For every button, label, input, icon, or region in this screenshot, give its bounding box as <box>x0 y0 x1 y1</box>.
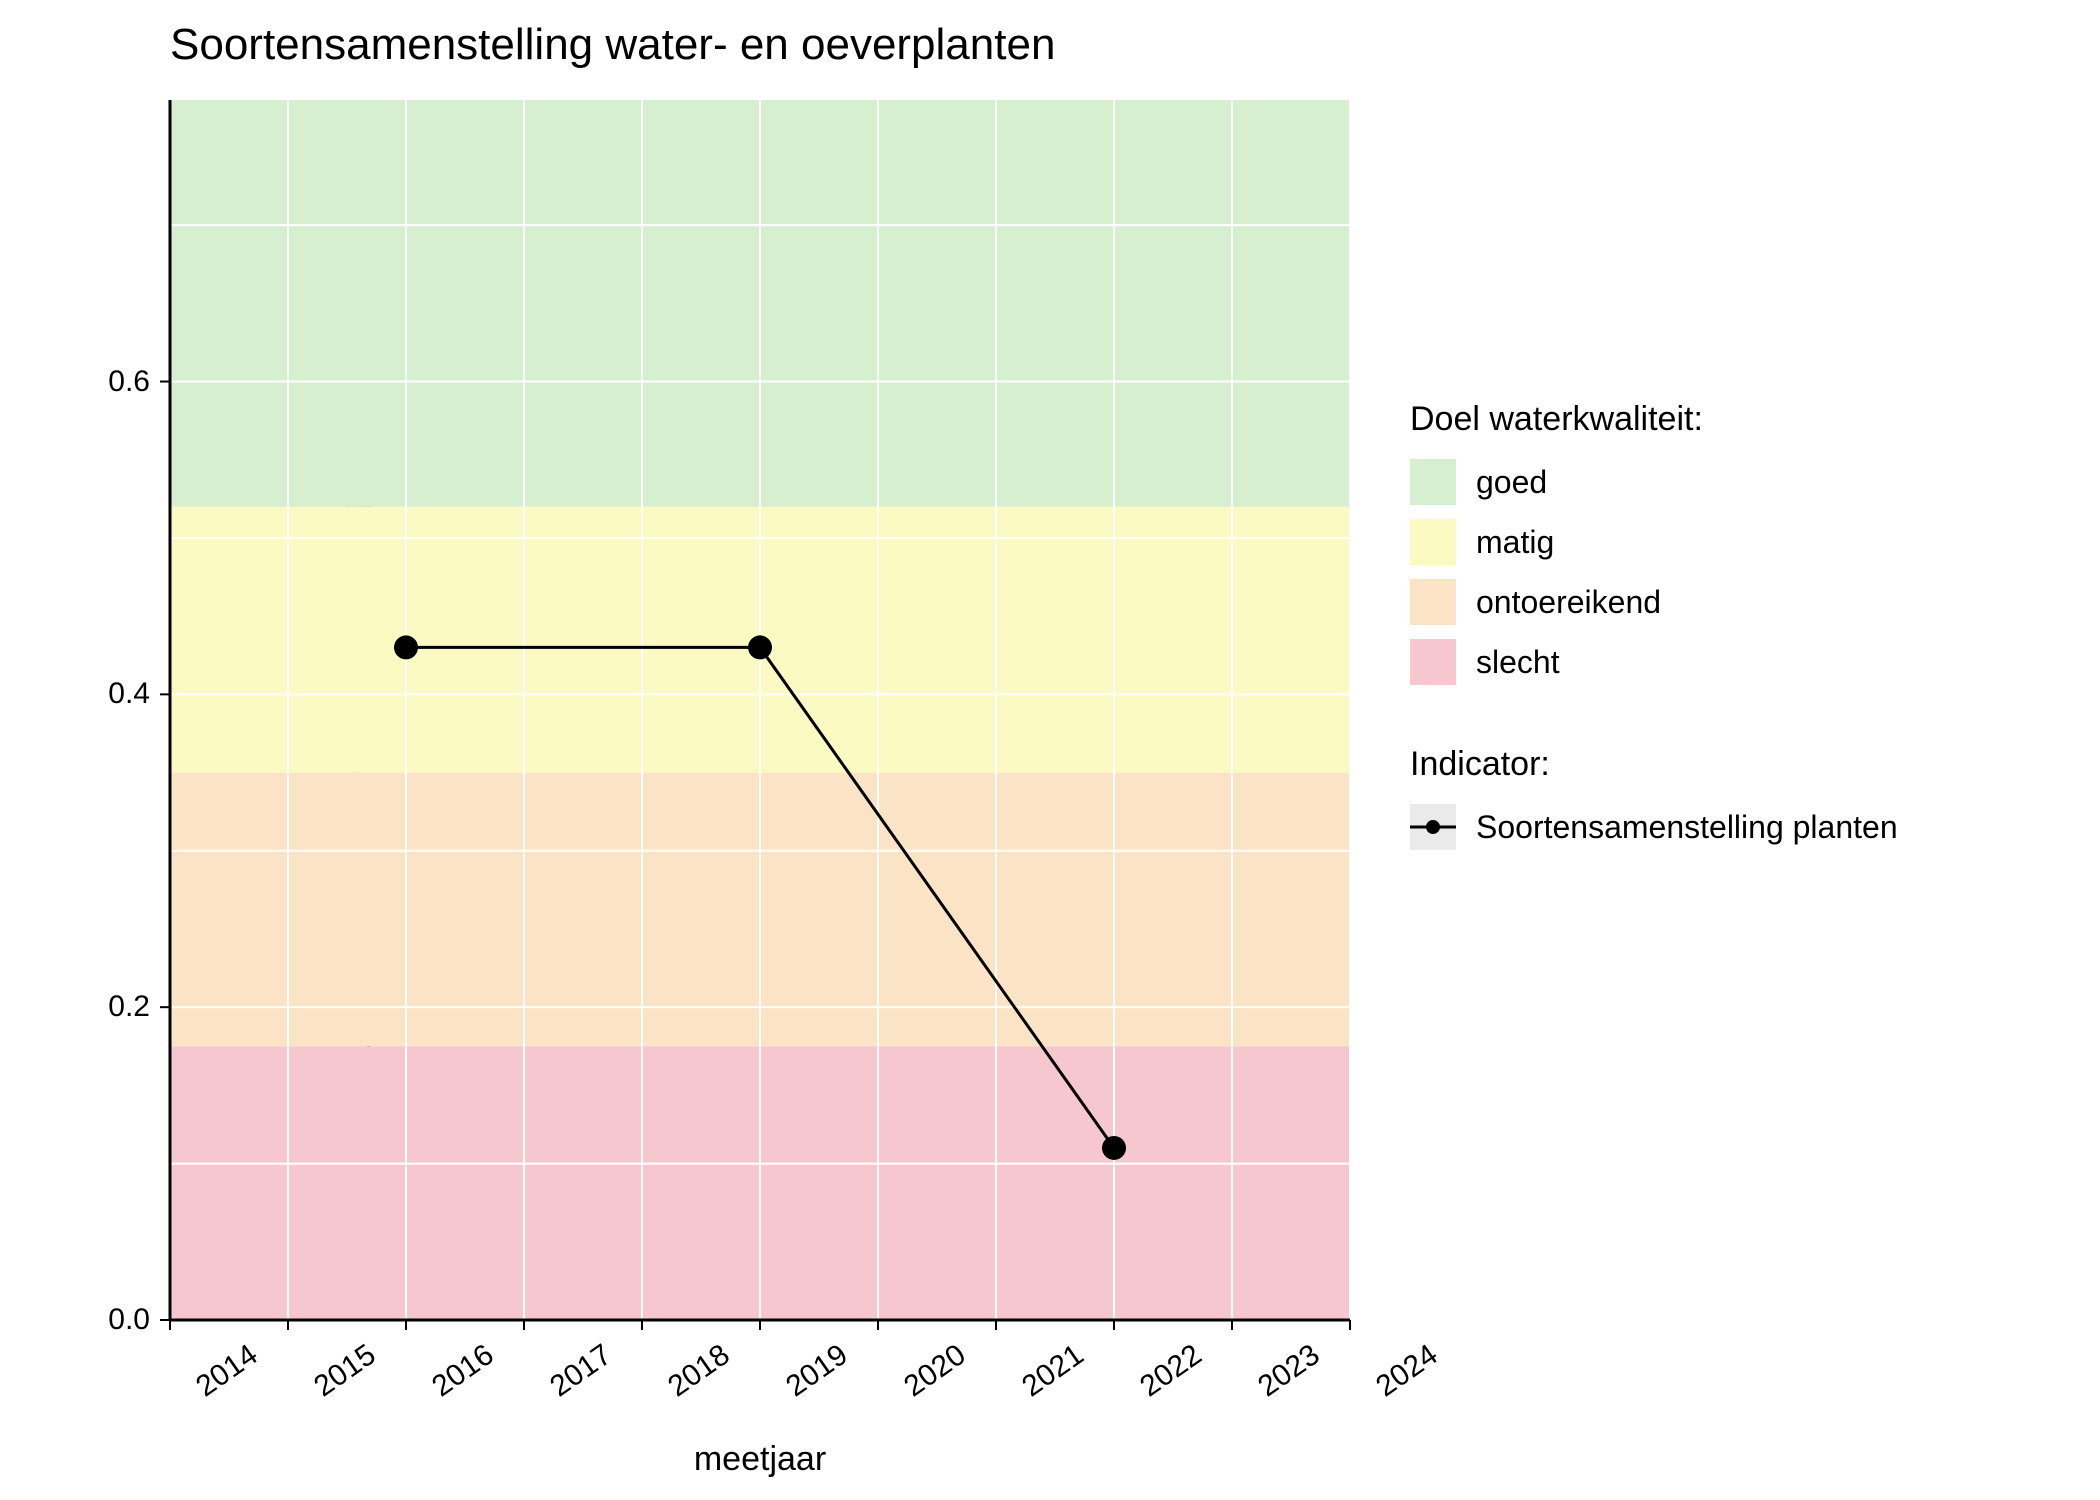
legend-swatch <box>1410 579 1456 625</box>
legend-band-label: matig <box>1476 524 1554 561</box>
legend-indicator-label: Soortensamenstelling planten <box>1476 809 1898 846</box>
x-tick-label: 2024 <box>1370 1338 1444 1404</box>
legend-band-label: ontoereikend <box>1476 584 1661 621</box>
x-tick-label: 2015 <box>308 1338 382 1404</box>
x-tick-label: 2022 <box>1134 1338 1208 1404</box>
x-tick-label: 2017 <box>544 1338 618 1404</box>
legend-bands-title: Doel waterkwaliteit: <box>1410 400 2050 439</box>
x-tick-label: 2014 <box>190 1338 264 1404</box>
legend-band-label: goed <box>1476 464 1547 501</box>
y-tick-label: 0.6 <box>90 365 150 399</box>
x-tick-label: 2019 <box>780 1338 854 1404</box>
y-tick-label: 0.2 <box>90 990 150 1024</box>
legend-indicators-list: Soortensamenstelling planten <box>1410 804 2050 850</box>
legend: Doel waterkwaliteit: goed matig ontoereike… <box>1410 400 2050 864</box>
plot-area <box>170 100 1350 1320</box>
legend-line-swatch <box>1410 804 1456 850</box>
y-tick-label: 0.4 <box>90 677 150 711</box>
x-tick-label: 2020 <box>898 1338 972 1404</box>
chart-container: Soortensamenstelling water- en oeverplan… <box>0 0 2100 1500</box>
legend-band-item: matig <box>1410 519 2050 565</box>
legend-swatch <box>1410 639 1456 685</box>
x-tick-label: 2023 <box>1252 1338 1326 1404</box>
legend-band-label: slecht <box>1476 644 1560 681</box>
x-axis-label: meetjaar <box>694 1440 826 1479</box>
legend-swatch <box>1410 519 1456 565</box>
legend-band-item: ontoereikend <box>1410 579 2050 625</box>
legend-band-item: slecht <box>1410 639 2050 685</box>
chart-title: Soortensamenstelling water- en oeverplan… <box>170 20 1055 70</box>
x-tick-label: 2018 <box>662 1338 736 1404</box>
plot-svg <box>170 100 1350 1320</box>
legend-indicator-item: Soortensamenstelling planten <box>1410 804 2050 850</box>
legend-swatch <box>1410 459 1456 505</box>
legend-bands-list: goed matig ontoereikend slecht <box>1410 459 2050 685</box>
y-tick-label: 0.0 <box>90 1303 150 1337</box>
legend-indicator-title: Indicator: <box>1410 745 2050 784</box>
x-tick-label: 2016 <box>426 1338 500 1404</box>
legend-band-item: goed <box>1410 459 2050 505</box>
x-tick-label: 2021 <box>1016 1338 1090 1404</box>
